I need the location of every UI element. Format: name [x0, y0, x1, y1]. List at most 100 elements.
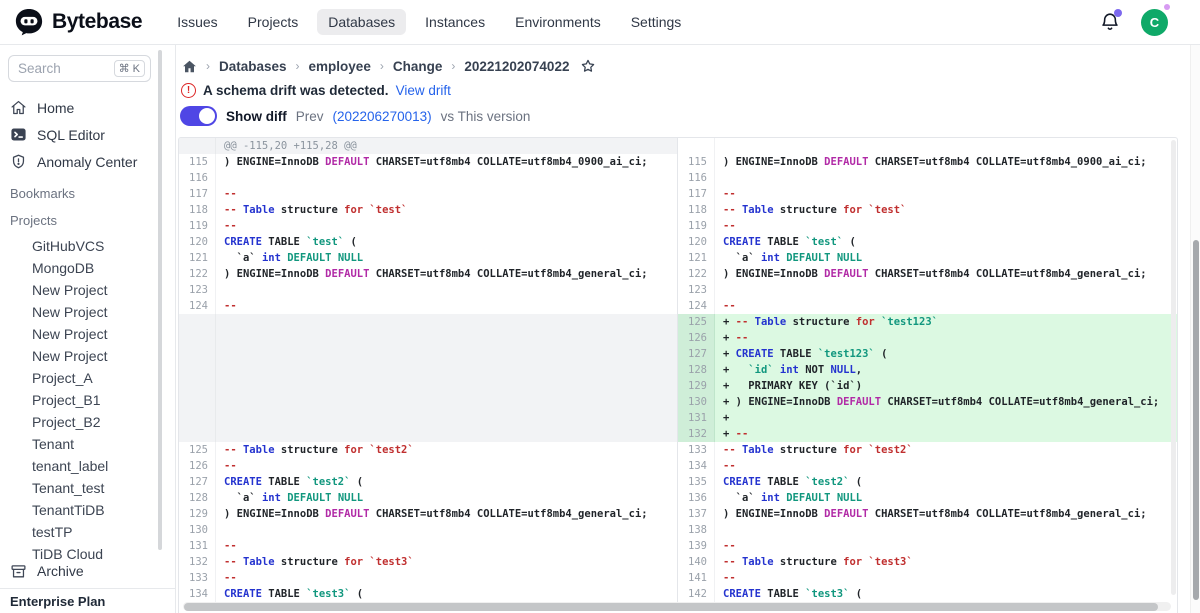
search-input[interactable]: Search ⌘ K: [8, 55, 151, 82]
code-line: --: [216, 458, 677, 474]
star-icon[interactable]: [580, 58, 596, 74]
avatar[interactable]: C: [1141, 9, 1168, 36]
nav-item-instances[interactable]: Instances: [414, 9, 496, 35]
diff-row: 129) ENGINE=InnoDB DEFAULT CHARSET=utf8m…: [179, 506, 677, 522]
notifications-button[interactable]: [1099, 11, 1121, 33]
project-item-testtp[interactable]: testTP: [0, 521, 175, 543]
brand[interactable]: Bytebase: [14, 8, 142, 36]
code-line: @@ -115,20 +115,28 @@: [216, 138, 677, 154]
page-scrollbar-thumb[interactable]: [1193, 240, 1199, 600]
diff-row: [678, 138, 1178, 154]
project-item-project_b2[interactable]: Project_B2: [0, 411, 175, 433]
line-number: [179, 378, 216, 394]
project-item-new-project[interactable]: New Project: [0, 279, 175, 301]
diff-controls: Show diff Prev (202206270013) vs This ve…: [180, 106, 530, 126]
project-item-project_b1[interactable]: Project_B1: [0, 389, 175, 411]
line-number: 133: [678, 442, 715, 458]
archive-label: Archive: [37, 563, 84, 579]
avatar-badge: [1164, 4, 1170, 10]
line-number: 123: [678, 282, 715, 298]
alert-text: A schema drift was detected.: [203, 83, 389, 98]
sidebar-scrollbar[interactable]: [158, 50, 162, 550]
home-icon[interactable]: [182, 59, 197, 74]
shield-icon: [10, 153, 27, 170]
line-number: 125: [678, 314, 715, 330]
line-number: 120: [678, 234, 715, 250]
nav-item-environments[interactable]: Environments: [504, 9, 612, 35]
breadcrumb-separator: ›: [206, 59, 210, 73]
sidebar-item-sql-editor[interactable]: SQL Editor: [0, 121, 175, 148]
code-line: +: [715, 410, 1178, 426]
sidebar-section-projects: Projects: [0, 213, 175, 229]
diff-row: 120CREATE TABLE `test` (: [179, 234, 677, 250]
project-item-mongodb[interactable]: MongoDB: [0, 257, 175, 279]
breadcrumb-change[interactable]: Change: [393, 59, 443, 74]
sidebar-item-archive[interactable]: Archive: [0, 558, 175, 584]
show-diff-toggle[interactable]: [180, 106, 217, 126]
diff-row: [179, 426, 677, 442]
nav-item-settings[interactable]: Settings: [620, 9, 693, 35]
code-line: [715, 282, 1178, 298]
nav-item-issues[interactable]: Issues: [166, 9, 228, 35]
breadcrumb-databases[interactable]: Databases: [219, 59, 287, 74]
diff-row: [179, 330, 677, 346]
line-number: 117: [678, 186, 715, 202]
code-line: `a` int DEFAULT NULL: [216, 250, 677, 266]
bytebase-logo-icon: [14, 8, 44, 36]
code-line: + PRIMARY KEY (`id`): [715, 378, 1178, 394]
toggle-knob: [199, 108, 215, 124]
project-item-githubvcs[interactable]: GitHubVCS: [0, 235, 175, 257]
code-line: --: [715, 298, 1178, 314]
line-number: 128: [678, 362, 715, 378]
line-number: 134: [179, 586, 216, 602]
line-number: 123: [179, 282, 216, 298]
code-line: [216, 282, 677, 298]
line-number: 117: [179, 186, 216, 202]
code-line: + --: [715, 426, 1178, 442]
prev-version-link[interactable]: (202206270013): [333, 109, 432, 124]
diff-row: 131+: [678, 410, 1178, 426]
project-item-project_a[interactable]: Project_A: [0, 367, 175, 389]
diff-pane-previous: @@ -115,20 +115,28 @@115) ENGINE=InnoDB …: [179, 138, 678, 602]
code-line: + -- Table structure for `test123`: [715, 314, 1178, 330]
page-scrollbar[interactable]: [1190, 45, 1200, 613]
sidebar-item-label: Home: [37, 100, 74, 116]
code-line: --: [715, 218, 1178, 234]
sidebar-item-home[interactable]: Home: [0, 94, 175, 121]
code-line: + CREATE TABLE `test123` (: [715, 346, 1178, 362]
breadcrumb-separator: ›: [380, 59, 384, 73]
project-list: GitHubVCSMongoDBNew ProjectNew ProjectNe…: [0, 235, 175, 565]
diff-row: 116: [179, 170, 677, 186]
breadcrumb: › Databases › employee › Change › 202212…: [182, 58, 596, 74]
horizontal-scrollbar[interactable]: [183, 602, 1171, 611]
project-item-tenant_label[interactable]: tenant_label: [0, 455, 175, 477]
project-item-new-project[interactable]: New Project: [0, 301, 175, 323]
diff-row: 139--: [678, 538, 1178, 554]
line-number: 134: [678, 458, 715, 474]
diff-row: 134CREATE TABLE `test3` (: [179, 586, 677, 602]
code-line: CREATE TABLE `test2` (: [715, 474, 1178, 490]
code-line: [216, 362, 677, 378]
project-item-tenanttidb[interactable]: TenantTiDB: [0, 499, 175, 521]
diff-row: [179, 378, 677, 394]
sidebar-item-anomaly-center[interactable]: Anomaly Center: [0, 148, 175, 175]
project-item-new-project[interactable]: New Project: [0, 323, 175, 345]
breadcrumb-employee[interactable]: employee: [309, 59, 371, 74]
diff-vertical-scrollbar[interactable]: [1171, 140, 1176, 595]
code-line: -- Table structure for `test3`: [715, 554, 1178, 570]
line-number: 125: [179, 442, 216, 458]
nav-item-databases[interactable]: Databases: [317, 9, 406, 35]
project-item-new-project[interactable]: New Project: [0, 345, 175, 367]
line-number: [179, 426, 216, 442]
view-drift-link[interactable]: View drift: [396, 83, 451, 98]
sidebar: Search ⌘ K HomeSQL EditorAnomaly Center …: [0, 45, 176, 613]
diff-row: 126+ --: [678, 330, 1178, 346]
code-line: --: [216, 570, 677, 586]
nav-item-projects[interactable]: Projects: [237, 9, 310, 35]
project-item-tenant[interactable]: Tenant: [0, 433, 175, 455]
diff-row: 123: [179, 282, 677, 298]
project-item-tenant_test[interactable]: Tenant_test: [0, 477, 175, 499]
code-line: [216, 314, 677, 330]
line-number: 133: [179, 570, 216, 586]
horizontal-scrollbar-thumb[interactable]: [184, 603, 1158, 611]
